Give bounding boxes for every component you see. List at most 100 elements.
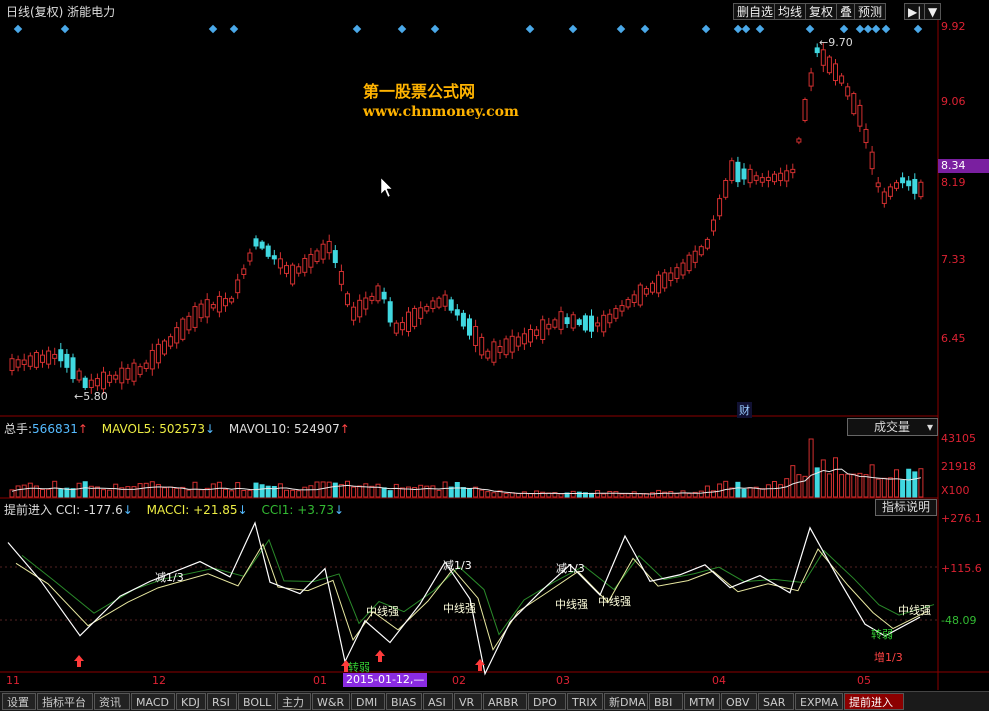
tab-0[interactable]: 设置 [2, 693, 36, 710]
volume-bar [418, 484, 424, 498]
candle-body [772, 173, 777, 183]
cci-axis: +276.1 +115.6 -48.09 [938, 510, 989, 672]
candle-body [143, 362, 149, 369]
volume-bar [881, 477, 887, 498]
tab-7[interactable]: 主力 [277, 693, 311, 710]
candle-body [491, 341, 497, 363]
tab-21[interactable]: EXPMA [795, 693, 843, 710]
volume-bar [613, 491, 619, 498]
tab-13[interactable]: ARBR [483, 693, 527, 710]
cci-axis-label: -48.09 [941, 614, 977, 627]
candle-body [460, 312, 466, 327]
tab-1[interactable]: 指标平台 [37, 693, 93, 710]
candle-body [467, 318, 472, 336]
candle-body [235, 279, 241, 294]
date-label: 05 [857, 674, 871, 687]
tab-4[interactable]: KDJ [176, 693, 206, 710]
tab-17[interactable]: BBI [649, 693, 683, 710]
signal-diamond-icon [525, 24, 535, 34]
volume-bar [674, 493, 680, 498]
candle-body [381, 291, 387, 300]
candle-body [857, 104, 863, 127]
candle-body [94, 378, 100, 387]
volume-bar [46, 488, 52, 498]
candle-body [40, 354, 45, 363]
watermark-title: 第一股票公式网 [363, 82, 476, 101]
candle-body [180, 318, 186, 340]
signal-label-mid-strong: 中线强 [366, 605, 399, 618]
tab-5[interactable]: RSI [207, 693, 237, 710]
candle-body [369, 295, 375, 301]
current-price-badge: 8.34 [938, 159, 989, 173]
volume-bar [698, 490, 704, 498]
signal-diamond-icon [352, 24, 362, 34]
volume-bar [52, 480, 58, 498]
tab-3[interactable]: MACD [131, 693, 175, 710]
cci-header: 提前进入 CCI: -177.6↓ MACCI: +21.85↓ CCI1: +… [4, 503, 345, 517]
volume-bar [784, 478, 790, 498]
volume-bar [21, 484, 27, 498]
signal-diamond-icon [397, 24, 407, 34]
tab-22[interactable]: 提前进入 [844, 693, 904, 710]
volume-bar [735, 481, 741, 498]
volume-bar [393, 483, 399, 498]
volume-bar [851, 473, 857, 498]
volume-bar [808, 438, 814, 498]
candle-body [186, 315, 192, 331]
watermark-url: www.chnmoney.com [363, 104, 519, 120]
volume-bar [619, 493, 625, 498]
candle-body [497, 345, 503, 353]
tab-2[interactable]: 资讯 [94, 693, 130, 710]
tab-20[interactable]: SAR [758, 693, 794, 710]
tab-12[interactable]: VR [454, 693, 482, 710]
tab-18[interactable]: MTM [684, 693, 720, 710]
candle-body [326, 240, 332, 254]
candle-body [216, 295, 222, 313]
volume-bar [570, 490, 576, 498]
tab-6[interactable]: BOLL [238, 693, 276, 710]
candle-body [851, 93, 857, 115]
tab-9[interactable]: DMI [351, 693, 385, 710]
volume-bar [82, 481, 88, 498]
volume-bar [491, 492, 497, 498]
volume-bar [302, 486, 308, 498]
tab-11[interactable]: ASI [423, 693, 453, 710]
volume-bar [351, 486, 357, 498]
candle-body [820, 49, 826, 66]
volume-axis-label: 21918 [941, 460, 976, 473]
tab-19[interactable]: OBV [721, 693, 757, 710]
indicator-help-button[interactable]: 指标说明 [875, 499, 937, 516]
tab-10[interactable]: BIAS [386, 693, 422, 710]
signal-label-mid-strong: 中线强 [898, 604, 931, 617]
candle-body [887, 186, 893, 197]
candle-body [790, 168, 796, 174]
candle-body [88, 379, 94, 388]
signal-diamond-icon [881, 24, 891, 34]
candle-body [302, 257, 308, 273]
date-label: 04 [712, 674, 726, 687]
signal-diamond-icon [701, 24, 711, 34]
candle-body [204, 299, 210, 318]
tab-15[interactable]: TRIX [567, 693, 603, 710]
candle-body [601, 314, 607, 333]
signal-diamond-icon [805, 24, 815, 34]
candle-body [259, 241, 265, 249]
candle-body [430, 300, 436, 309]
volume-bar [820, 459, 826, 498]
volume-bar [259, 484, 265, 498]
tab-8[interactable]: W&R [312, 693, 350, 710]
candle-body [253, 238, 259, 247]
candle-body [912, 178, 918, 194]
signal-label-reduce: 减1/3 [443, 559, 472, 572]
macci-line [15, 543, 929, 651]
candle-body [241, 268, 247, 275]
candle-body [436, 297, 442, 308]
indicator-dropdown[interactable]: 成交量 ▾ [847, 418, 938, 436]
signal-label-mid-strong: 中线强 [443, 602, 476, 615]
tab-14[interactable]: DPO [528, 693, 566, 710]
financial-badge[interactable]: 财 [737, 402, 752, 418]
candle-body [332, 250, 338, 264]
tab-16[interactable]: 新DMA [604, 693, 648, 710]
price-axis-label: 9.06 [941, 95, 966, 108]
cci-axis-label: +276.1 [941, 512, 982, 525]
